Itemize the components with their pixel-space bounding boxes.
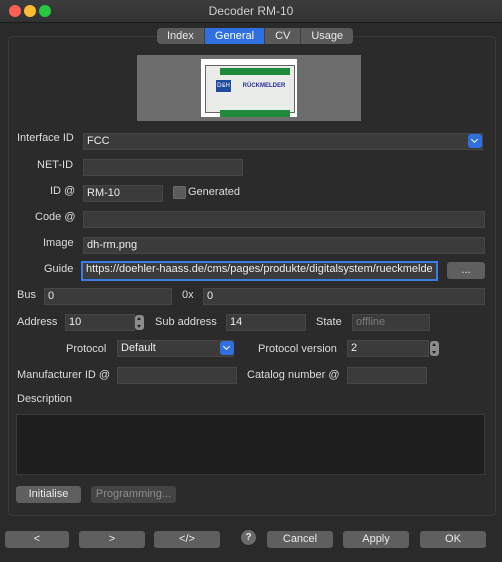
catalog-number-label: Catalog number @	[247, 369, 340, 381]
code-label: Code @	[35, 211, 76, 223]
address-label: Address	[17, 316, 58, 328]
state-field: offline	[352, 314, 430, 331]
programming-button: Programming...	[91, 486, 176, 503]
id-label: ID @	[50, 185, 76, 197]
ok-button[interactable]: OK	[420, 531, 486, 548]
interface-id-select[interactable]: FCC	[83, 133, 483, 150]
image-field[interactable]: dh-rm.png	[83, 237, 485, 254]
bus-label: Bus	[17, 289, 36, 301]
brand-logo: D&H	[216, 80, 231, 92]
initialise-button[interactable]: Initialise	[16, 486, 81, 503]
tab-usage[interactable]: Usage	[301, 28, 353, 44]
tab-index[interactable]: Index	[157, 28, 205, 44]
code-view-button[interactable]: </>	[154, 531, 220, 548]
bus-field[interactable]: 0	[44, 288, 172, 305]
id-field[interactable]: RM-10	[83, 185, 163, 202]
generated-checkbox[interactable]	[173, 186, 186, 199]
address-stepper[interactable]	[135, 315, 144, 330]
net-id-label: NET-ID	[37, 159, 74, 171]
apply-button[interactable]: Apply	[343, 531, 409, 548]
image-label: Image	[43, 237, 74, 249]
terminal-strip-bottom	[220, 110, 290, 117]
previous-button[interactable]: <	[5, 531, 69, 548]
device-label: RÜCKMELDER	[242, 83, 286, 89]
protocol-version-stepper[interactable]	[430, 341, 439, 356]
protocol-version-field[interactable]: 2	[347, 340, 429, 357]
description-textarea[interactable]	[16, 414, 485, 475]
cancel-button[interactable]: Cancel	[267, 531, 333, 548]
window-title: Decoder RM-10	[208, 4, 294, 18]
catalog-number-field[interactable]	[347, 367, 427, 384]
decoder-image: D&H RÜCKMELDER	[201, 59, 297, 117]
device-body: D&H RÜCKMELDER	[205, 65, 295, 117]
address-field[interactable]: 10	[65, 314, 135, 331]
tab-cv[interactable]: CV	[265, 28, 302, 44]
guide-label: Guide	[44, 263, 74, 275]
chevron-down-icon[interactable]	[220, 341, 234, 355]
tab-general[interactable]: General	[204, 28, 266, 44]
guide-field[interactable]: https://doehler-haass.de/cms/pages/produ…	[81, 261, 438, 281]
next-button[interactable]: >	[79, 531, 145, 548]
help-icon[interactable]: ?	[241, 530, 256, 545]
state-label: State	[316, 316, 342, 328]
generated-label: Generated	[188, 186, 240, 198]
hex-label: 0x	[182, 289, 194, 301]
tab-bar: Index General CV Usage	[157, 28, 354, 44]
sub-address-label: Sub address	[155, 316, 217, 328]
hex-field[interactable]: 0	[203, 288, 485, 305]
browse-guide-button[interactable]: ...	[447, 262, 485, 279]
chevron-down-icon[interactable]	[468, 134, 482, 148]
terminal-strip-top	[220, 68, 290, 75]
manufacturer-id-field[interactable]	[117, 367, 237, 384]
net-id-field[interactable]	[83, 159, 243, 176]
manufacturer-id-label: Manufacturer ID @	[17, 369, 111, 381]
protocol-select[interactable]: Default	[117, 340, 234, 357]
code-field[interactable]	[83, 211, 485, 228]
sub-address-field[interactable]: 14	[226, 314, 306, 331]
protocol-label: Protocol	[66, 343, 107, 355]
description-label: Description	[17, 393, 73, 405]
protocol-version-label: Protocol version	[258, 343, 337, 355]
title-bar[interactable]: Decoder RM-10	[0, 0, 502, 23]
interface-id-label: Interface ID	[17, 132, 74, 144]
decoder-dialog: Decoder RM-10 Index General CV Usage D&H…	[0, 0, 502, 562]
decoder-image-frame: D&H RÜCKMELDER	[137, 55, 361, 121]
